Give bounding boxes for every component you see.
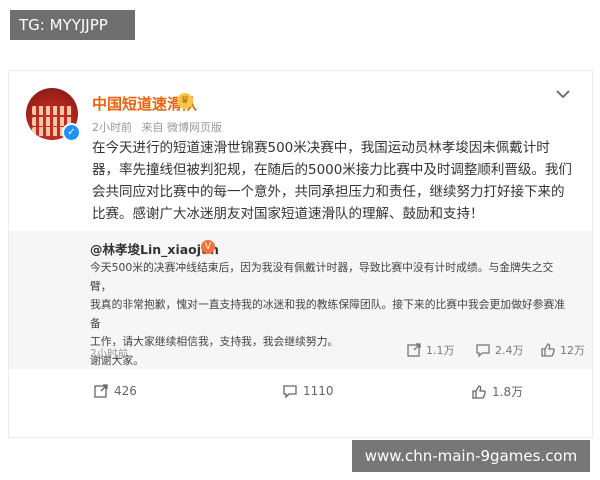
share-icon <box>407 343 421 357</box>
repost-text-line: 今天500米的决赛冲线结束后，因为我没有佩戴计时器，导致比赛中没有计时成绩。与金… <box>90 261 554 293</box>
weibo-post-card: ✓ 中国短道速滑队 ♛ 2小时前 来自 微博网页版 在今天进行的短道速滑世锦赛5… <box>8 70 593 438</box>
comment-button[interactable]: 1110 <box>282 383 334 399</box>
post-time[interactable]: 2小时前 <box>92 121 132 134</box>
watermark: www.chn-main-9games.com <box>352 440 590 472</box>
post-meta: 2小时前 来自 微博网页版 <box>92 119 228 135</box>
repost-time[interactable]: 2小时前 <box>90 346 128 361</box>
like-count: 1.8万 <box>492 385 524 399</box>
repost-like-button[interactable]: 12万 <box>540 342 585 358</box>
comment-icon <box>476 344 490 358</box>
post-source: 来自 微博网页版 <box>141 121 223 134</box>
more-options-chevron-icon[interactable] <box>556 87 570 103</box>
thumbs-up-icon <box>472 384 486 399</box>
repost-comment-count: 2.4万 <box>495 344 524 357</box>
share-icon <box>94 384 108 398</box>
post-body: 在今天进行的短道速滑世锦赛500米决赛中，我国运动员林孝埈因未佩戴计时器，率先撞… <box>92 140 572 222</box>
author-badge-icon: V <box>201 240 215 254</box>
verified-badge-icon: ✓ <box>62 123 81 142</box>
comment-count: 1110 <box>303 384 334 398</box>
repost-share-button[interactable]: 1.1万 <box>406 342 455 358</box>
repost-author[interactable]: @林孝埈Lin_xiaojun <box>90 239 219 258</box>
share-button[interactable]: 426 <box>93 383 137 399</box>
share-count: 426 <box>114 384 137 398</box>
thumbs-up-icon <box>541 343 555 357</box>
weibo-post: ✓ 中国短道速滑队 ♛ 2小时前 来自 微博网页版 在今天进行的短道速滑世锦赛5… <box>8 70 593 438</box>
repost-share-count: 1.1万 <box>426 344 455 357</box>
repost-like-count: 12万 <box>560 344 585 357</box>
like-button[interactable]: 1.8万 <box>471 383 523 400</box>
tg-label: TG: MYYJJPP <box>10 10 135 40</box>
repost-box[interactable]: @林孝埈Lin_xiaojun V 今天500米的决赛冲线结束后，因为我没有佩戴… <box>9 231 592 369</box>
comment-icon <box>283 385 297 399</box>
repost-comment-button[interactable]: 2.4万 <box>475 342 524 358</box>
vip-crown-icon: ♛ <box>177 93 193 109</box>
repost-text-line: 我真的非常抱歉，愧对一直支持我的冰迷和我的教练保障团队。接下来的比赛中我会更加做… <box>90 298 566 330</box>
